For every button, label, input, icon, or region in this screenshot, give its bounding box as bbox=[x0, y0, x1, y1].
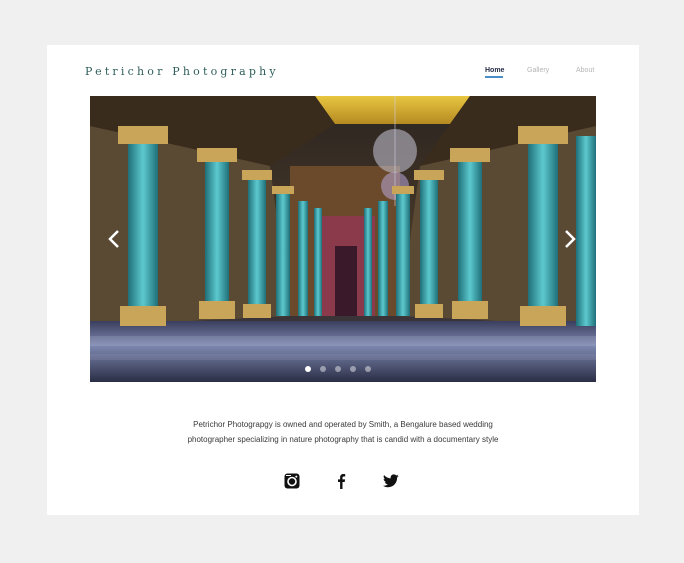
facebook-link[interactable] bbox=[332, 472, 350, 490]
intro-text: Petrichor Photograpgy is owned and opera… bbox=[143, 417, 543, 447]
chevron-right-icon bbox=[565, 230, 576, 248]
nav-about[interactable]: About bbox=[576, 67, 594, 74]
nav-home[interactable]: Home bbox=[485, 67, 504, 74]
slider-next-button[interactable] bbox=[560, 226, 580, 252]
twitter-icon bbox=[383, 474, 399, 488]
slide-image-palace-hall bbox=[90, 96, 596, 382]
page-card: Petrichor Photography Home Gallery About bbox=[47, 45, 639, 515]
social-links bbox=[47, 472, 639, 492]
twitter-link[interactable] bbox=[382, 472, 400, 490]
chevron-left-icon bbox=[108, 230, 119, 248]
slider-dot-1[interactable] bbox=[305, 366, 311, 372]
instagram-link[interactable] bbox=[283, 472, 301, 490]
nav-gallery[interactable]: Gallery bbox=[527, 67, 549, 74]
slider-prev-button[interactable] bbox=[104, 226, 124, 252]
intro-line-1: Petrichor Photograpgy is owned and opera… bbox=[193, 420, 493, 429]
slider-dot-5[interactable] bbox=[365, 366, 371, 372]
slider-dot-2[interactable] bbox=[320, 366, 326, 372]
hero-slider[interactable] bbox=[90, 96, 596, 382]
nav-active-underline bbox=[485, 76, 503, 78]
instagram-icon bbox=[284, 473, 300, 489]
intro-line-2: photographer specializing in nature phot… bbox=[187, 435, 499, 444]
slider-dot-4[interactable] bbox=[350, 366, 356, 372]
facebook-icon bbox=[338, 474, 346, 489]
slider-dot-3[interactable] bbox=[335, 366, 341, 372]
site-brand[interactable]: Petrichor Photography bbox=[85, 65, 279, 78]
